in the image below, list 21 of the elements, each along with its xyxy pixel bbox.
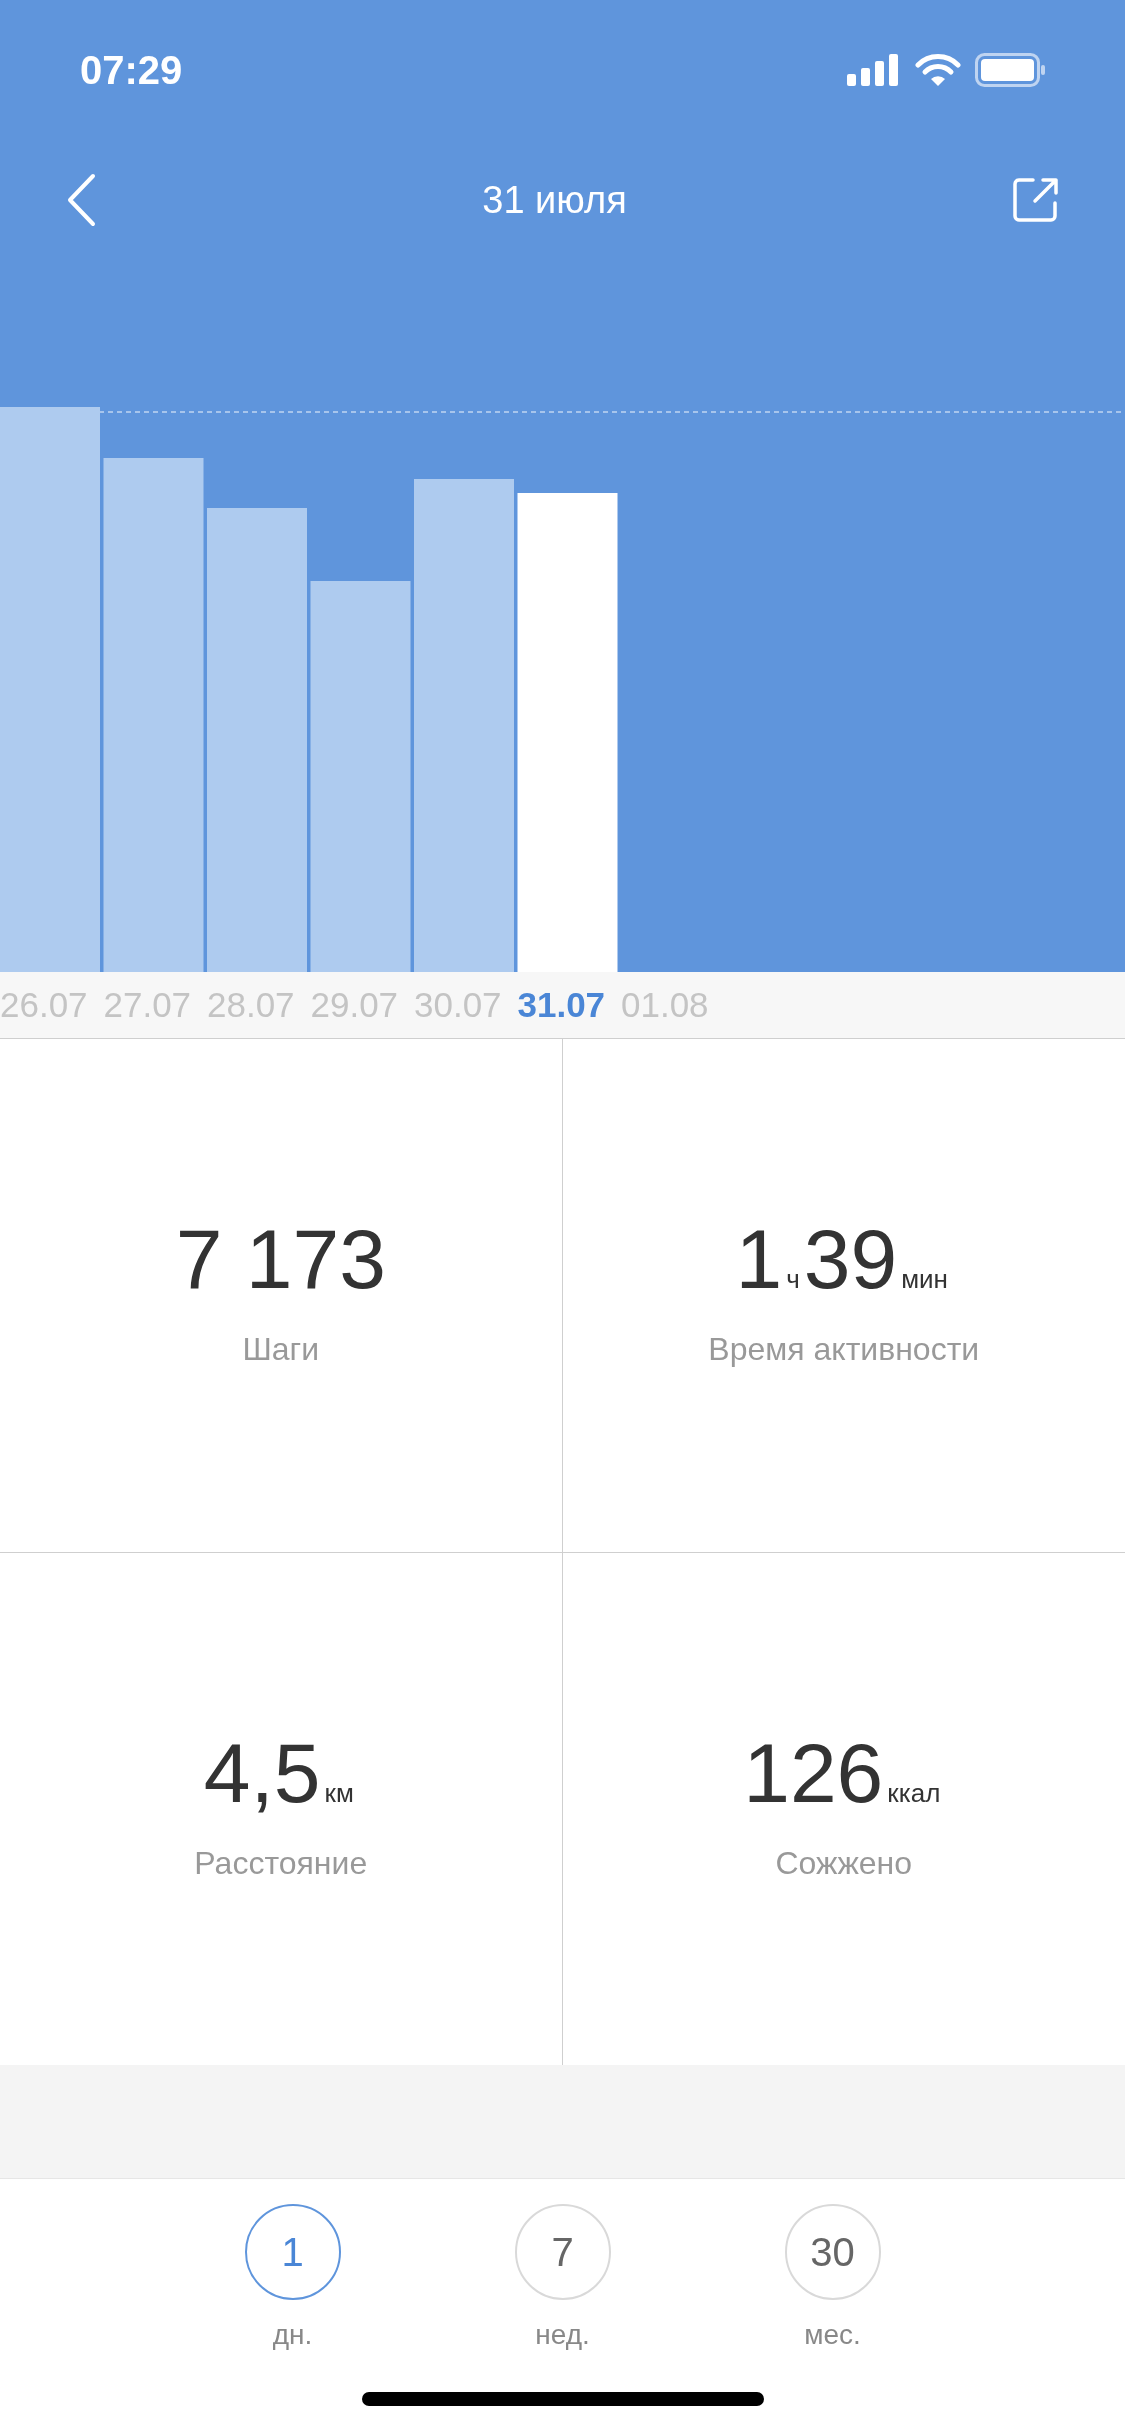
signal-icon xyxy=(847,54,901,86)
stat-label: Время активности xyxy=(708,1330,980,1370)
wifi-icon xyxy=(915,53,961,87)
stat-value: 4,5 xyxy=(203,1730,321,1815)
unit-label: ккал xyxy=(887,1776,941,1810)
stat-value: 126 xyxy=(743,1730,884,1815)
stat-label: Расстояние xyxy=(194,1843,368,1883)
page-title: 31 июля xyxy=(482,177,627,223)
stat-value: 1 xyxy=(735,1217,783,1302)
unit-label: ч xyxy=(786,1263,800,1297)
battery-icon xyxy=(975,53,1045,87)
unit-label: мин xyxy=(901,1263,948,1297)
back-icon xyxy=(66,173,96,227)
status-time: 07:29 xyxy=(80,47,183,94)
date-tab[interactable]: 31.07 xyxy=(517,978,621,1032)
stat-label: Сожжено xyxy=(775,1843,913,1883)
stat-value: 39 xyxy=(803,1217,898,1302)
stat-label: Шаги xyxy=(242,1330,320,1370)
share-icon xyxy=(1013,177,1059,223)
unit-label: км xyxy=(324,1776,354,1810)
stat-value: 7 173 xyxy=(175,1217,386,1302)
